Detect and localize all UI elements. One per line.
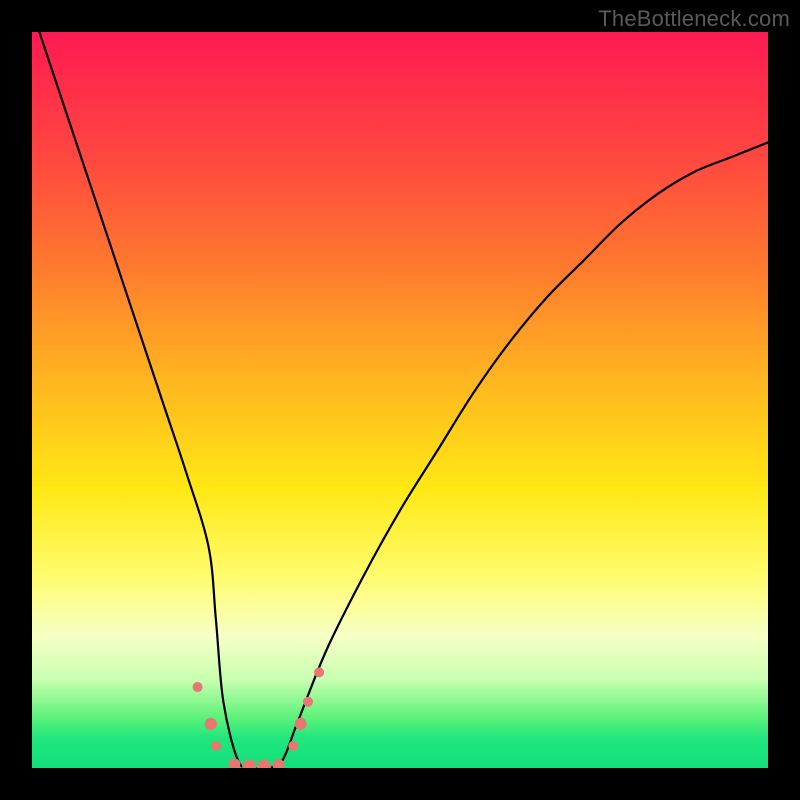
- curve-marker: [205, 718, 217, 730]
- curve-marker: [303, 697, 313, 707]
- curve-marker: [257, 760, 271, 768]
- curve-svg: [32, 32, 768, 768]
- bottleneck-curve: [32, 32, 768, 768]
- plot-area: [32, 32, 768, 768]
- chart-frame: TheBottleneck.com: [0, 0, 800, 800]
- curve-marker: [295, 718, 307, 730]
- curve-marker: [193, 682, 203, 692]
- curve-marker: [288, 741, 298, 751]
- curve-markers: [193, 667, 324, 768]
- curve-marker: [211, 741, 221, 751]
- curve-marker: [314, 667, 324, 677]
- watermark-text: TheBottleneck.com: [598, 6, 790, 32]
- curve-marker: [242, 760, 256, 768]
